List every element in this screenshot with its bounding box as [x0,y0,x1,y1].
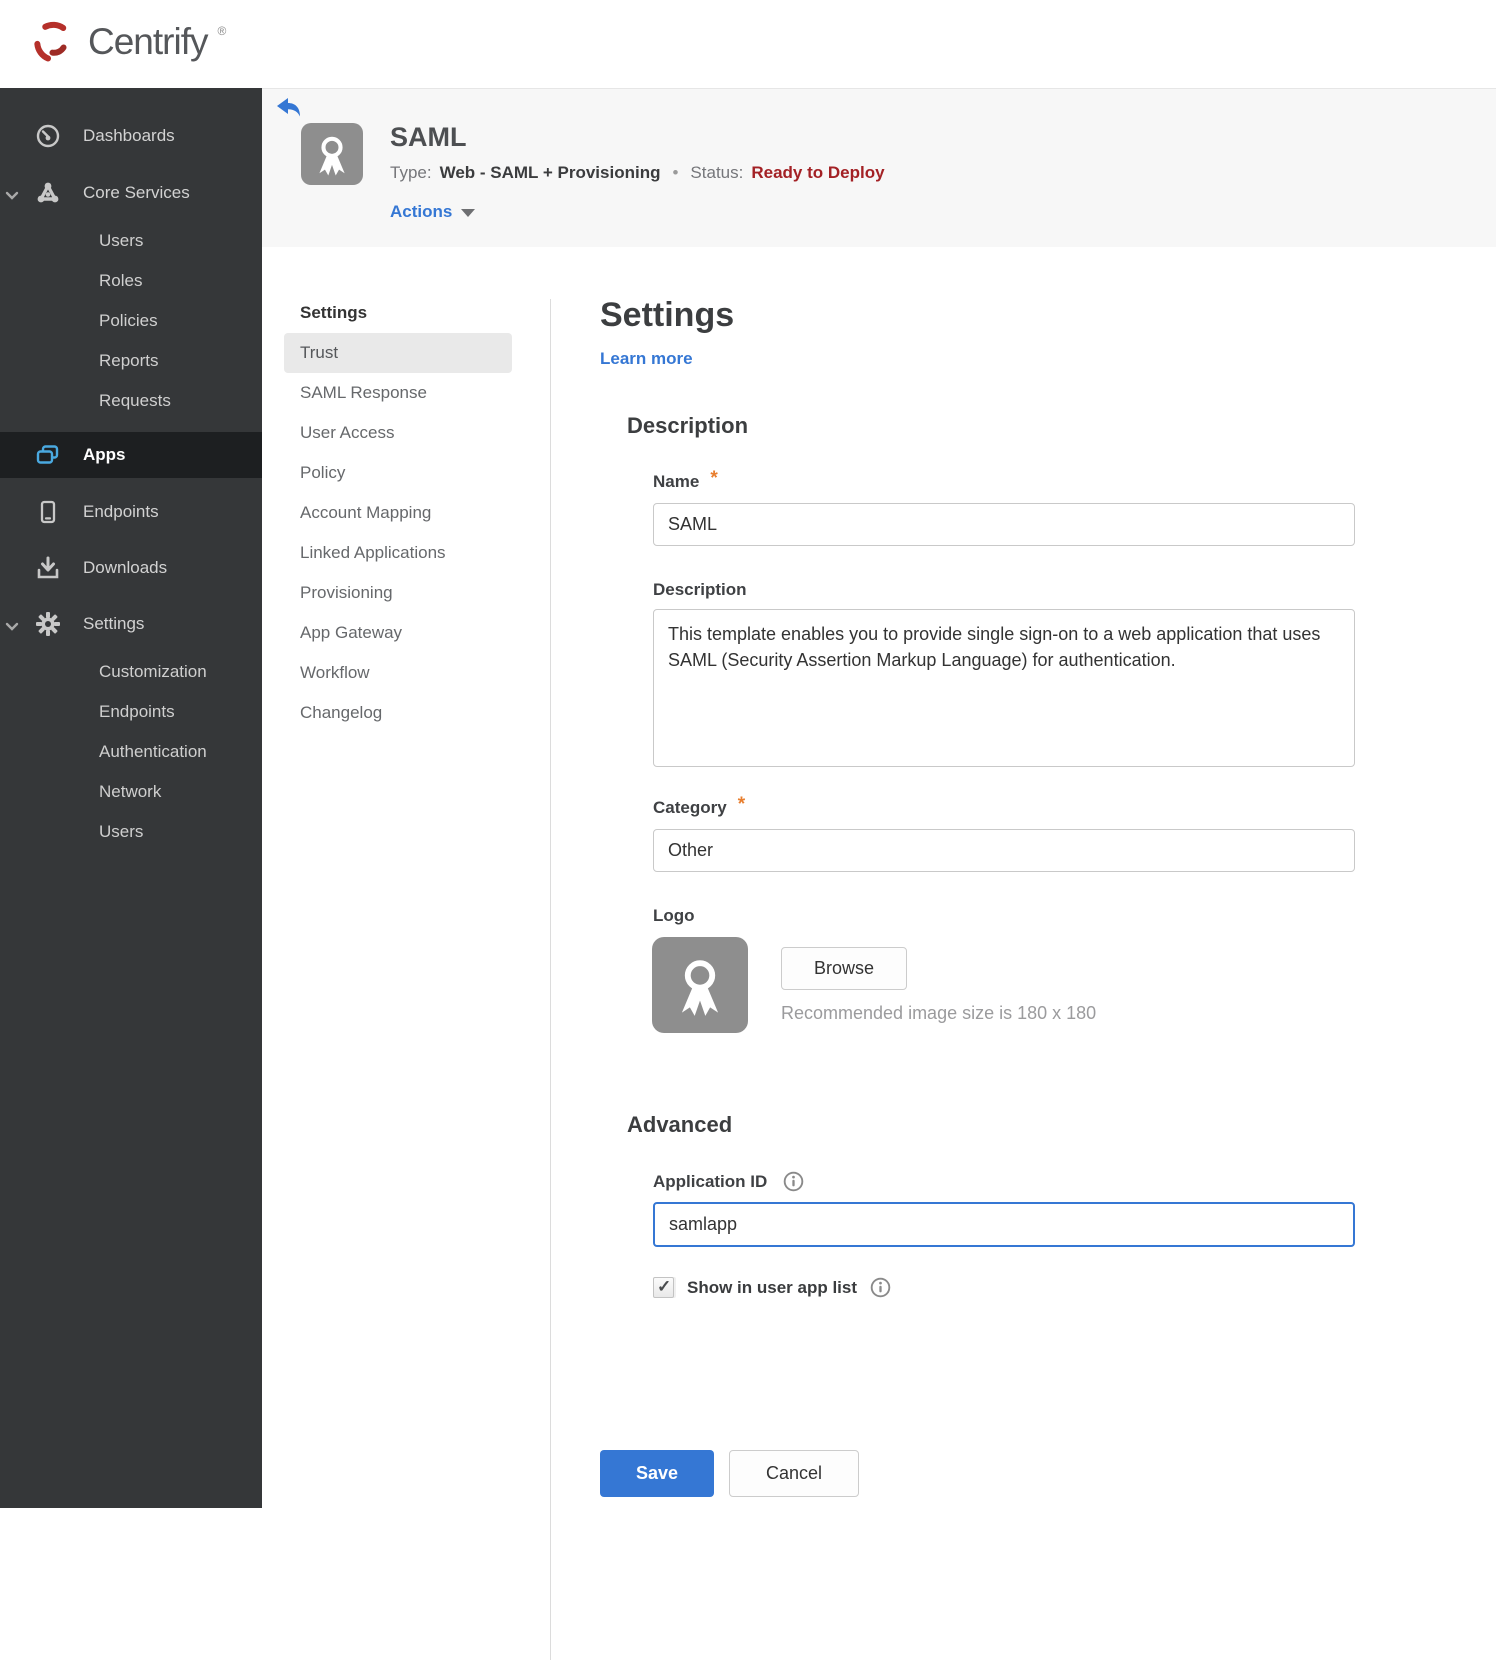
sidebar-item-dashboards[interactable]: Dashboards [0,107,262,164]
sidebar-item-label: Dashboards [83,125,175,145]
sidebar-item-downloads[interactable]: Downloads [0,540,262,596]
type-label: Type: [390,163,432,182]
subnav-item-provisioning[interactable]: Provisioning [284,573,512,613]
ribbon-award-icon [681,960,719,1016]
application-id-label-row: Application ID [653,1171,1360,1192]
subnav-item-account-mapping[interactable]: Account Mapping [284,493,512,533]
brand-name: Centrify [88,20,208,62]
browse-button[interactable]: Browse [781,947,908,990]
subnav-item-app-gateway[interactable]: App Gateway [284,613,512,653]
app-meta: Type: Web - SAML + Provisioning • Status… [390,163,885,183]
info-icon[interactable] [870,1277,891,1298]
centrify-logo-icon [30,18,78,71]
logo-row: Browse Recommended image size is 180 x 1… [652,937,1360,1033]
sidebar-item-label: Apps [83,445,126,464]
app-title: SAML [390,122,467,152]
sidebar-subitem-network[interactable]: Network [0,772,262,812]
app-logo-badge [301,123,363,185]
actions-dropdown[interactable]: Actions [390,202,476,222]
learn-more-link[interactable]: Learn more [600,349,693,369]
category-input[interactable] [653,829,1355,872]
image-size-hint: Recommended image size is 180 x 180 [781,1003,1097,1023]
core-services-icon [35,180,61,206]
subnav-item-saml-response[interactable]: SAML Response [284,373,512,413]
sidebar: Dashboards Core Services Users Roles Pol… [0,88,262,1508]
sidebar-item-endpoints[interactable]: Endpoints [0,484,262,540]
endpoint-device-icon [35,499,61,525]
sidebar-item-label: Downloads [83,558,168,577]
sidebar-subitem-users[interactable]: Users [0,221,262,261]
type-value: Web - SAML + Provisioning [439,163,661,182]
status-label: Status: [690,163,744,182]
subnav-section-title: Settings [300,303,368,322]
category-label: Category [653,798,727,817]
show-in-user-app-list-label: Show in user app list [687,1277,858,1297]
subnav-item-user-access[interactable]: User Access [284,413,512,453]
logo-label: Logo [653,906,695,925]
dashboard-gauge-icon [35,123,61,149]
top-bar: Centrify ® [0,0,1496,88]
logo-controls: Browse Recommended image size is 180 x 1… [781,937,1096,1024]
required-asterisk: * [710,468,718,489]
description-label-row: Description [653,580,1360,600]
page-title: Settings [600,296,735,334]
ribbon-award-icon [319,136,345,176]
subnav-item-workflow[interactable]: Workflow [284,653,512,693]
subnav-item-policy[interactable]: Policy [284,453,512,493]
gear-icon [35,611,61,637]
sidebar-item-label: Settings [83,614,145,633]
sidebar-subitem-endpoints[interactable]: Endpoints [0,692,262,732]
logo-preview [652,937,748,1033]
show-in-user-app-list-row: Show in user app list [653,1277,1360,1298]
sidebar-item-settings[interactable]: Settings [0,596,262,652]
sidebar-subitem-reports[interactable]: Reports [0,341,262,381]
sidebar-item-label: Endpoints [83,502,159,521]
name-label-row: Name * [653,468,1360,493]
sidebar-subitem-policies[interactable]: Policies [0,301,262,341]
info-icon[interactable] [783,1171,804,1192]
caret-down-icon [461,209,476,217]
settings-subnav: Settings Trust SAML Response User Access… [284,295,512,733]
apps-icon [35,442,61,468]
sidebar-subitem-authentication[interactable]: Authentication [0,732,262,772]
sidebar-subitem-users[interactable]: Users [0,812,262,852]
description-label: Description [653,580,747,599]
vertical-divider [550,299,551,1660]
show-in-user-app-list-checkbox[interactable] [653,1277,674,1298]
subnav-item-changelog[interactable]: Changelog [284,693,512,733]
page-body: Settings Trust SAML Response User Access… [262,247,1496,1660]
back-arrow-icon[interactable] [276,97,302,124]
app-header: SAML Type: Web - SAML + Provisioning • S… [262,88,1496,247]
chevron-down-icon[interactable] [5,187,19,207]
cancel-button[interactable]: Cancel [729,1450,859,1497]
application-id-label: Application ID [653,1171,768,1191]
name-input[interactable] [653,503,1355,546]
sidebar-subitem-customization[interactable]: Customization [0,652,262,692]
application-id-input[interactable] [653,1202,1355,1247]
description-textarea[interactable]: This template enables you to provide sin… [653,609,1355,767]
name-label: Name [653,472,700,491]
form-footer: Save Cancel [600,1450,1360,1497]
settings-content: Settings Learn more Description Name * D… [600,296,1360,1497]
category-label-row: Category * [653,794,1360,819]
brand-logo: Centrify ® [30,18,226,71]
subnav-item-trust[interactable]: Trust [284,333,512,373]
download-icon [35,555,61,581]
sidebar-item-core-services[interactable]: Core Services [0,164,262,221]
advanced-section-title: Advanced [627,1112,733,1137]
sidebar-subitem-roles[interactable]: Roles [0,261,262,301]
sidebar-item-label: Core Services [83,182,190,202]
sidebar-item-apps[interactable]: Apps [0,432,262,478]
status-value: Ready to Deploy [751,163,885,182]
brand-registered-mark: ® [217,23,227,38]
required-asterisk: * [737,794,746,815]
logo-label-row: Logo [653,906,1360,926]
sidebar-subitem-requests[interactable]: Requests [0,381,262,421]
separator-dot: • [672,163,679,182]
actions-label: Actions [390,202,453,221]
subnav-item-linked-applications[interactable]: Linked Applications [284,533,512,573]
description-section-title: Description [627,413,749,438]
save-button[interactable]: Save [600,1450,714,1497]
chevron-down-icon[interactable] [5,618,19,638]
